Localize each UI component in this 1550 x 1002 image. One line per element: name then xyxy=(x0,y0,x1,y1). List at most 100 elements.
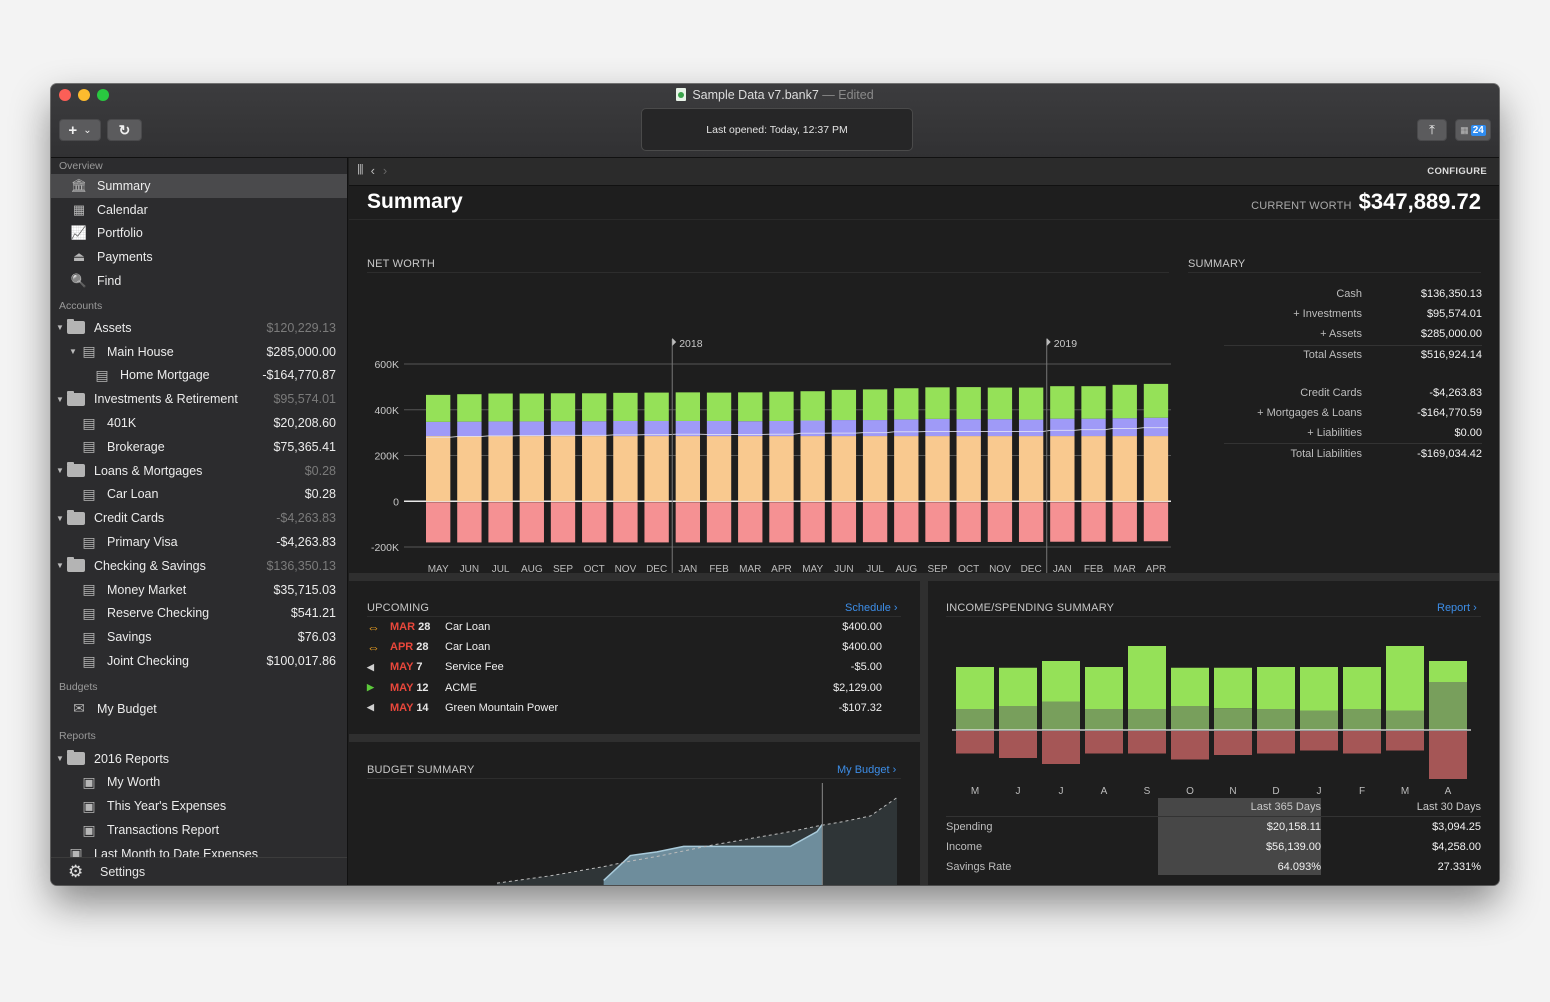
sidebar-item-label: Main House xyxy=(107,344,174,359)
bar-spending xyxy=(999,731,1037,758)
add-button[interactable]: + ⌄ xyxy=(59,119,101,141)
bar-income xyxy=(999,667,1037,706)
sidebar-item-label: 401K xyxy=(107,416,137,431)
sidebar-item-label: Car Loan xyxy=(107,487,159,502)
bar-investments xyxy=(1143,417,1169,437)
calendar-toggle-button[interactable]: ▦ 24 xyxy=(1455,119,1491,141)
account-balance: $0.28 xyxy=(304,463,336,478)
sidebar-item-checking-savings[interactable]: ▼ Checking & Savings $136,350.13 xyxy=(51,554,347,578)
sidebar-item-portfolio[interactable]: 📈 Portfolio xyxy=(51,222,347,246)
bar-cash xyxy=(800,391,825,421)
schedule-link[interactable]: Schedule › xyxy=(845,602,898,614)
upcoming-row[interactable]: ◀ MAY 14 Green Mountain Power -$107.32 xyxy=(367,698,882,718)
configure-button[interactable]: CONFIGURE xyxy=(1427,166,1487,177)
income-spending-row: Income $56,139.00 $4,258.00 xyxy=(946,837,1481,857)
sidebar-item-my-budget[interactable]: ✉ My Budget xyxy=(51,697,347,721)
bar-spending xyxy=(1429,731,1467,779)
disclosure-triangle-icon[interactable]: ▼ xyxy=(55,514,65,523)
upcoming-payee: Green Mountain Power xyxy=(445,701,559,714)
upcoming-row[interactable]: ▶ MAY 12 ACME $2,129.00 xyxy=(367,678,882,698)
value-365: 64.093% xyxy=(1277,861,1321,873)
summary-label: Credit Cards xyxy=(1300,386,1362,399)
bar-investments xyxy=(956,419,981,437)
document-icon xyxy=(676,88,687,101)
sidebar-item-summary[interactable]: 🏛 Summary xyxy=(51,174,347,198)
bar-investments xyxy=(426,421,451,437)
refresh-button[interactable]: ↻ xyxy=(107,119,142,141)
sidebar-item-investments-retirement[interactable]: ▼ Investments & Retirement $95,574.01 xyxy=(51,387,347,411)
summary-value: -$169,034.42 xyxy=(1417,447,1482,460)
account-balance: $136,350.13 xyxy=(266,558,336,573)
sidebar-item-label: Primary Visa xyxy=(107,535,178,550)
budget-summary-title: BUDGET SUMMARY xyxy=(367,764,901,779)
x-tick-label: M xyxy=(971,786,979,797)
sidebar-item-money-market[interactable]: ▤ Money Market $35,715.03 xyxy=(51,578,347,602)
sidebar-item-label: Joint Checking xyxy=(107,654,189,669)
summary-label: + Assets xyxy=(1320,328,1362,341)
sidebar-item-savings[interactable]: ▤ Savings $76.03 xyxy=(51,625,347,649)
bar-assets xyxy=(1018,436,1044,502)
bar-spending xyxy=(1214,731,1252,755)
sidebar-item-payments[interactable]: ⏏ Payments xyxy=(51,245,347,269)
upcoming-month: MAR xyxy=(390,621,416,633)
report-link[interactable]: Report › xyxy=(1437,602,1477,614)
account-icon: ▤ xyxy=(82,485,96,502)
reports-list: ▼ 2016 Reports ▣ My Worth ▣ This Year's Expen… xyxy=(51,747,347,866)
disclosure-triangle-icon[interactable]: ▼ xyxy=(55,466,65,475)
disclosure-triangle-icon[interactable]: ▼ xyxy=(55,561,65,570)
sidebar-item-my-worth[interactable]: ▣ My Worth xyxy=(51,771,347,795)
account-balance: $0.28 xyxy=(304,487,336,502)
sidebar-item-this-year-s-expenses[interactable]: ▣ This Year's Expenses xyxy=(51,794,347,818)
sidebar-item-loans-mortgages[interactable]: ▼ Loans & Mortgages $0.28 xyxy=(51,459,347,483)
bar-liabilities xyxy=(706,502,732,543)
disclosure-triangle-icon[interactable]: ▼ xyxy=(55,754,65,763)
section-budgets: Budgets xyxy=(59,680,98,693)
sidebar-item-find[interactable]: 🔍 Find xyxy=(51,269,347,293)
last-opened-text: Last opened: Today, 12:37 PM xyxy=(706,123,848,136)
income-spending-chart[interactable]: MJJASONDJFMA xyxy=(946,620,1486,798)
sidebar-item-transactions-report[interactable]: ▣ Transactions Report xyxy=(51,818,347,842)
upcoming-row[interactable]: ⇔ APR 28 Car Loan $400.00 xyxy=(367,637,882,657)
bar-income xyxy=(1214,667,1252,709)
bar-cash xyxy=(675,392,701,421)
folder-icon xyxy=(65,557,87,574)
settings-button[interactable]: ⚙ Settings xyxy=(51,857,347,885)
sidebar-item-2016-reports[interactable]: ▼ 2016 Reports xyxy=(51,747,347,771)
upload-button[interactable]: ⤒ xyxy=(1417,119,1447,141)
account-balance: $120,229.13 xyxy=(266,320,336,335)
sidebar-item-brokerage[interactable]: ▤ Brokerage $75,365.41 xyxy=(51,435,347,459)
sidebar-item-main-house[interactable]: ▼ ▤ Main House $285,000.00 xyxy=(51,340,347,364)
account-balance: $285,000.00 xyxy=(266,344,336,359)
sidebar-item-credit-cards[interactable]: ▼ Credit Cards -$4,263.83 xyxy=(51,506,347,530)
disclosure-triangle-icon[interactable]: ▼ xyxy=(55,395,65,404)
sidebar-item-401k[interactable]: ▤ 401K $20,208.60 xyxy=(51,411,347,435)
disclosure-triangle-icon[interactable]: ▼ xyxy=(68,347,78,356)
disclosure-triangle-icon[interactable]: ▼ xyxy=(55,323,65,332)
bar-investments xyxy=(1050,418,1075,437)
upcoming-row[interactable]: ⇔ MAR 28 Car Loan $400.00 xyxy=(367,617,882,637)
upcoming-amount: $400.00 xyxy=(842,641,882,654)
sidebar-item-label: Summary xyxy=(97,178,151,193)
document-name: Sample Data v7.bank7 xyxy=(692,88,819,102)
bar-assets xyxy=(457,436,482,502)
sidebar-item-home-mortgage[interactable]: ▤ Home Mortgage -$164,770.87 xyxy=(51,364,347,388)
summary-title: SUMMARY xyxy=(1188,258,1481,273)
my-budget-link[interactable]: My Budget › xyxy=(837,764,896,776)
sidebar-item-calendar[interactable]: ▦ Calendar xyxy=(51,198,347,222)
edited-indicator: — Edited xyxy=(822,88,874,102)
bar-investments xyxy=(457,421,482,437)
upcoming-row[interactable]: ◀ MAY 7 Service Fee -$5.00 xyxy=(367,657,882,677)
net-worth-chart[interactable]: 600K400K200K0-200KMAY JUN JUL AUG SEP OCT NOV D… xyxy=(349,278,1179,623)
year-marker-label: 2018 xyxy=(679,338,703,350)
sidebar-toggle-icon[interactable]: ||| xyxy=(357,163,364,178)
section-accounts: Accounts xyxy=(59,299,103,312)
back-button[interactable]: ‹ xyxy=(371,163,375,178)
bar-investments xyxy=(488,421,513,437)
forward-button[interactable]: › xyxy=(383,163,387,178)
sidebar-item-assets[interactable]: ▼ Assets $120,229.13 xyxy=(51,316,347,340)
sidebar-item-reserve-checking[interactable]: ▤ Reserve Checking $541.21 xyxy=(51,602,347,626)
sidebar-item-car-loan[interactable]: ▤ Car Loan $0.28 xyxy=(51,483,347,507)
sidebar-item-primary-visa[interactable]: ▤ Primary Visa -$4,263.83 xyxy=(51,530,347,554)
bar-investments xyxy=(1081,418,1106,437)
sidebar-item-joint-checking[interactable]: ▤ Joint Checking $100,017.86 xyxy=(51,649,347,673)
